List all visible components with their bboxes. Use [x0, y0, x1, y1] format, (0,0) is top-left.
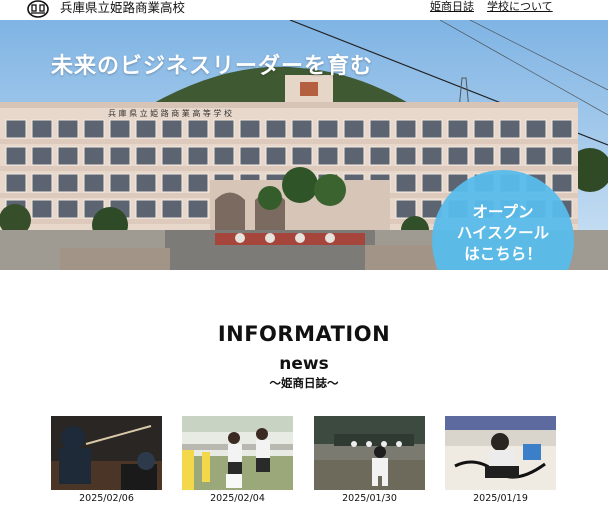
news-date: 2025/01/30 — [342, 493, 397, 504]
cta-line: はこちら！ — [464, 245, 542, 263]
window — [109, 119, 131, 139]
window — [187, 119, 209, 139]
window — [369, 146, 391, 166]
window — [447, 119, 469, 139]
window — [57, 199, 79, 219]
window — [83, 146, 105, 166]
news-subheading: 〜姫商日誌〜 — [269, 376, 339, 390]
window — [317, 119, 339, 139]
window — [291, 119, 313, 139]
window — [161, 199, 183, 219]
calligraphy-photo[interactable] — [445, 416, 556, 490]
window — [135, 146, 157, 166]
window — [447, 146, 469, 166]
news-date: 2025/02/06 — [79, 493, 134, 504]
nav-link-diary[interactable]: 姫商日誌 — [430, 0, 474, 14]
school-name[interactable]: 兵庫県立姫路商業高校 — [60, 0, 185, 15]
window — [421, 173, 443, 193]
window — [525, 146, 547, 166]
cta-line: オープン — [472, 203, 534, 221]
window — [83, 173, 105, 193]
window — [187, 173, 209, 193]
window — [187, 146, 209, 166]
window — [369, 119, 391, 139]
students-cleaning-photo[interactable] — [182, 416, 293, 490]
window — [239, 119, 261, 139]
window — [473, 119, 495, 139]
school-logo-icon[interactable] — [27, 0, 49, 18]
news-card[interactable]: 2025/01/30 — [314, 416, 425, 510]
window — [551, 146, 573, 166]
window — [135, 173, 157, 193]
window — [395, 173, 417, 193]
news-card[interactable]: 2025/01/19 — [445, 416, 556, 510]
window — [83, 119, 105, 139]
window — [5, 173, 27, 193]
news-date: 2025/01/19 — [473, 493, 528, 504]
window — [57, 173, 79, 193]
window — [499, 119, 521, 139]
window — [343, 146, 365, 166]
window — [5, 119, 27, 139]
window — [343, 119, 365, 139]
window — [135, 119, 157, 139]
window — [187, 199, 209, 219]
window — [31, 119, 53, 139]
baseball-practice-photo[interactable] — [314, 416, 425, 490]
window — [551, 119, 573, 139]
kendo-practice-photo[interactable] — [51, 416, 162, 490]
window — [161, 119, 183, 139]
window — [135, 199, 157, 219]
window — [499, 146, 521, 166]
window — [161, 146, 183, 166]
window — [525, 119, 547, 139]
news-card[interactable]: 2025/02/04 — [182, 416, 293, 510]
window — [109, 173, 131, 193]
window — [31, 146, 53, 166]
window — [5, 146, 27, 166]
building-sign: 兵 庫 県 立 姫 路 商 業 高 等 学 校 — [108, 108, 232, 118]
news-heading: news — [279, 354, 329, 374]
cta-line: ハイスクール — [456, 224, 550, 242]
window — [31, 173, 53, 193]
window — [421, 119, 443, 139]
window — [265, 146, 287, 166]
window — [57, 146, 79, 166]
window — [213, 119, 235, 139]
window — [213, 146, 235, 166]
window — [291, 146, 313, 166]
window — [317, 146, 339, 166]
window — [57, 119, 79, 139]
window — [161, 173, 183, 193]
floor-band — [0, 139, 578, 144]
nav-link-about[interactable]: 学校について — [487, 0, 553, 14]
news-date: 2025/02/04 — [210, 493, 265, 504]
window — [551, 173, 573, 193]
hero-title: 未来のビジネスリーダーを育む — [51, 54, 374, 79]
window — [109, 146, 131, 166]
window — [239, 146, 261, 166]
window — [395, 119, 417, 139]
news-card[interactable]: 2025/02/06 — [51, 416, 162, 510]
window — [31, 199, 53, 219]
window — [265, 119, 287, 139]
window — [421, 146, 443, 166]
information-heading: INFORMATION — [217, 322, 391, 346]
window — [395, 146, 417, 166]
hero-banner: 兵 庫 県 立 姫 路 商 業 高 等 学 校 未来のビジネスリーダーを育む オ… — [0, 20, 608, 270]
window — [473, 146, 495, 166]
window — [395, 199, 417, 219]
site-header: 兵庫県立姫路商業高校 姫商日誌 学校について — [0, 0, 608, 20]
